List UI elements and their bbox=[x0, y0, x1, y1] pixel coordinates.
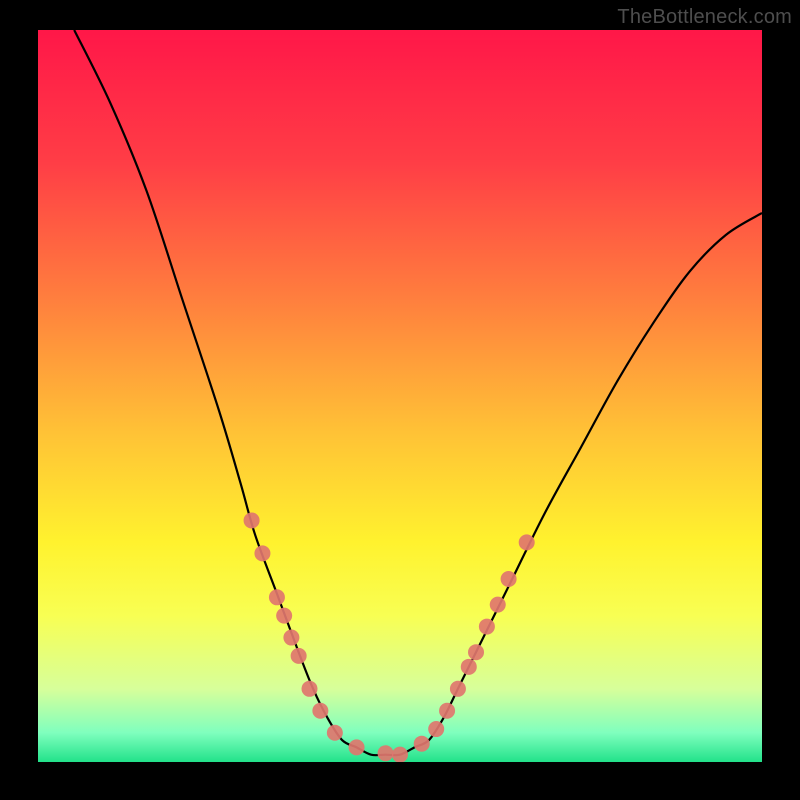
curve-marker bbox=[501, 571, 517, 587]
curve-marker bbox=[490, 597, 506, 613]
curve-marker bbox=[461, 659, 477, 675]
curve-marker bbox=[439, 703, 455, 719]
curve-marker bbox=[254, 545, 270, 561]
curve-marker bbox=[276, 608, 292, 624]
curve-marker bbox=[378, 745, 394, 761]
curve-marker bbox=[244, 512, 260, 528]
curve-markers bbox=[244, 512, 535, 762]
curve-marker bbox=[479, 619, 495, 635]
plot-svg bbox=[38, 30, 762, 762]
curve-marker bbox=[283, 630, 299, 646]
curve-marker bbox=[302, 681, 318, 697]
watermark-text: TheBottleneck.com bbox=[617, 6, 792, 29]
curve-marker bbox=[269, 589, 285, 605]
curve-marker bbox=[450, 681, 466, 697]
curve-marker bbox=[291, 648, 307, 664]
curve-marker bbox=[312, 703, 328, 719]
curve-marker bbox=[392, 747, 408, 762]
curve-marker bbox=[468, 644, 484, 660]
chart-container: TheBottleneck.com bbox=[0, 0, 800, 800]
curve-marker bbox=[519, 534, 535, 550]
plot-area bbox=[38, 30, 762, 762]
curve-marker bbox=[349, 739, 365, 755]
curve-marker bbox=[327, 725, 343, 741]
curve-marker bbox=[428, 721, 444, 737]
bottleneck-curve bbox=[74, 30, 762, 755]
curve-marker bbox=[414, 736, 430, 752]
